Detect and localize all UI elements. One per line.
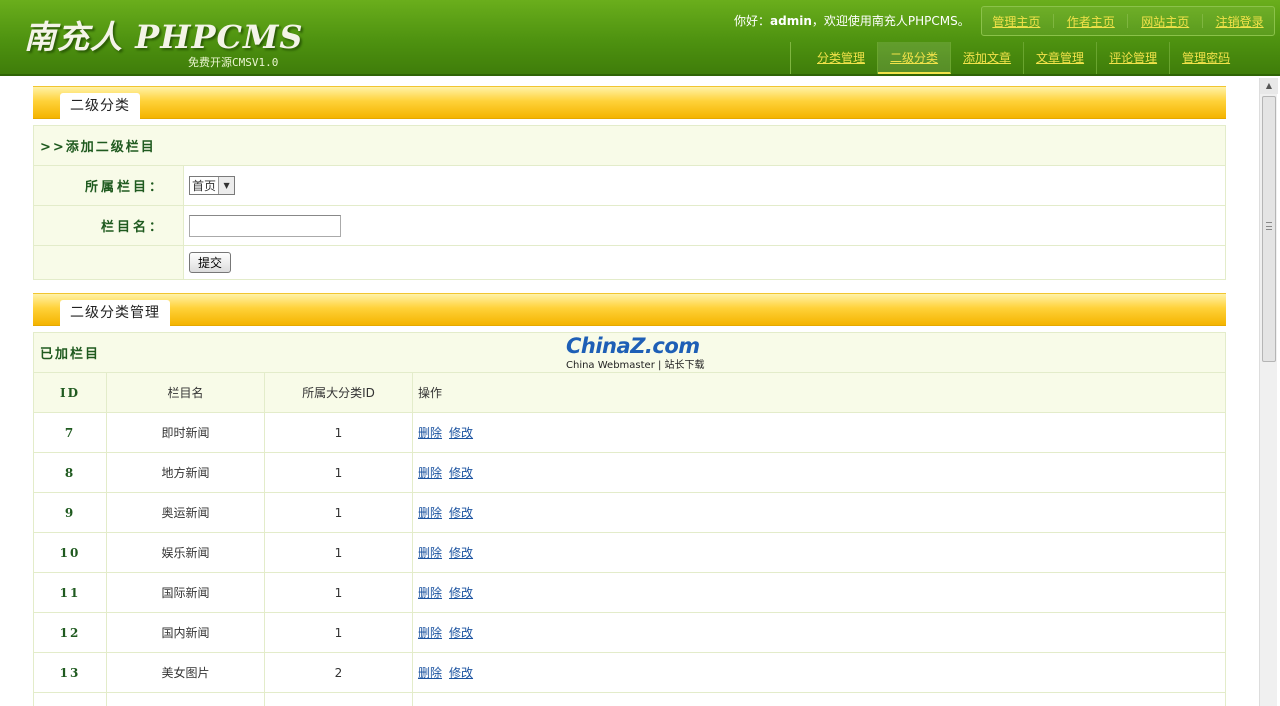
- main-nav: 分类管理 二级分类 添加文章 文章管理 评论管理 管理密码: [790, 42, 1278, 74]
- chevron-down-icon: ▼: [218, 177, 235, 194]
- column-header-name: 栏目名: [106, 372, 265, 413]
- edit-link[interactable]: 修改: [449, 546, 473, 560]
- row-id: 8: [33, 452, 107, 493]
- parent-category-select[interactable]: 首页 ▼: [189, 176, 236, 195]
- row-parent-id: 2: [264, 652, 413, 693]
- nav-subcategory[interactable]: 二级分类: [878, 42, 952, 74]
- section-title: >>添加二级栏目: [33, 125, 1226, 166]
- table-header: ID 栏目名 所属大分类ID 操作: [33, 372, 1226, 413]
- row-id: [33, 692, 107, 706]
- edit-link[interactable]: 修改: [449, 666, 473, 680]
- delete-link[interactable]: 删除: [418, 426, 442, 440]
- welcome-message: 你好：admin，欢迎使用南充人PHPCMS。: [734, 14, 970, 28]
- add-panel-tab[interactable]: 二级分类: [60, 93, 140, 121]
- row-parent-id: 1: [264, 612, 413, 653]
- delete-link[interactable]: 删除: [418, 466, 442, 480]
- delete-link[interactable]: 删除: [418, 626, 442, 640]
- row-name: 奥运新闻: [106, 492, 265, 533]
- grip-icon: [1266, 222, 1272, 230]
- add-subcategory-form: >>添加二级栏目 所属栏目： 首页 ▼ 栏目名： 提交: [33, 125, 1226, 280]
- link-logout[interactable]: 注销登录: [1216, 13, 1264, 30]
- top-links: 管理主页 作者主页 网站主页 注销登录: [981, 6, 1275, 36]
- nav-password-manage[interactable]: 管理密码: [1170, 42, 1242, 74]
- subcategory-table: 已加栏目 ID 栏目名 所属大分类ID 操作 7 即时新闻 1 删除 修改 8 地…: [33, 332, 1226, 706]
- nav-add-article[interactable]: 添加文章: [951, 42, 1025, 74]
- separator: [1053, 14, 1055, 28]
- nav-comment-manage[interactable]: 评论管理: [1097, 42, 1171, 74]
- separator: [1201, 14, 1203, 28]
- row-id: 9: [33, 492, 107, 533]
- row-parent-id: 1: [264, 532, 413, 573]
- row-name: 即时新闻: [106, 412, 265, 453]
- edit-link[interactable]: 修改: [449, 586, 473, 600]
- link-admin-home[interactable]: 管理主页: [992, 13, 1040, 30]
- edit-link[interactable]: 修改: [449, 506, 473, 520]
- submit-button[interactable]: 提交: [189, 252, 232, 273]
- top-header: 南充人 PHPCMS 免费开源CMSV1.0 你好：admin，欢迎使用南充人P…: [0, 0, 1280, 76]
- category-name-input[interactable]: [189, 214, 341, 237]
- column-header-parent: 所属大分类ID: [264, 372, 413, 413]
- manage-panel-header: 二级分类管理: [33, 293, 1226, 328]
- separator: [1127, 14, 1129, 28]
- edit-link[interactable]: 修改: [449, 426, 473, 440]
- row-name: 地方新闻: [106, 452, 265, 493]
- delete-link[interactable]: 删除: [418, 506, 442, 520]
- parent-label: 所属栏目：: [33, 165, 184, 206]
- column-header-id: ID: [33, 372, 107, 413]
- table-row: 7 即时新闻 1 删除 修改: [33, 412, 1226, 453]
- column-header-actions: 操作: [412, 372, 1226, 413]
- delete-link[interactable]: 删除: [418, 546, 442, 560]
- link-author-home[interactable]: 作者主页: [1067, 13, 1115, 30]
- row-id: 10: [33, 532, 107, 573]
- row-id: 7: [33, 412, 107, 453]
- table-row: 11 国际新闻 1 删除 修改: [33, 572, 1226, 613]
- row-id: 13: [33, 652, 107, 693]
- link-site-home[interactable]: 网站主页: [1141, 13, 1189, 30]
- nav-category-manage[interactable]: 分类管理: [805, 42, 879, 74]
- manage-panel-tab[interactable]: 二级分类管理: [60, 300, 170, 328]
- scroll-thumb[interactable]: [1262, 96, 1276, 362]
- vertical-scrollbar[interactable]: ▲: [1259, 78, 1278, 706]
- table-row: 9 奥运新闻 1 删除 修改: [33, 492, 1226, 533]
- row-name: 美女图片: [106, 652, 265, 693]
- row-parent-id: [264, 692, 413, 706]
- row-parent-id: 1: [264, 412, 413, 453]
- delete-link[interactable]: 删除: [418, 586, 442, 600]
- username: admin: [770, 14, 812, 28]
- table-row: 12 国内新闻 1 删除 修改: [33, 612, 1226, 653]
- row-name: 娱乐新闻: [106, 532, 265, 573]
- table-row: [33, 692, 1226, 706]
- table-row: 13 美女图片 2 删除 修改: [33, 652, 1226, 693]
- chinaz-watermark-logo: ChinaZ.com China Webmaster | 站长下载: [566, 334, 705, 371]
- table-row: 10 娱乐新闻 1 删除 修改: [33, 532, 1226, 573]
- row-parent-id: 1: [264, 452, 413, 493]
- delete-link[interactable]: 删除: [418, 666, 442, 680]
- site-logo: 南充人 PHPCMS: [24, 18, 304, 56]
- edit-link[interactable]: 修改: [449, 626, 473, 640]
- row-id: 11: [33, 572, 107, 613]
- row-name: [106, 692, 265, 706]
- scroll-up-arrow-icon[interactable]: ▲: [1260, 78, 1278, 94]
- edit-link[interactable]: 修改: [449, 466, 473, 480]
- logo-subtitle: 免费开源CMSV1.0: [188, 56, 279, 69]
- row-name: 国内新闻: [106, 612, 265, 653]
- row-parent-id: 1: [264, 572, 413, 613]
- row-parent-id: 1: [264, 492, 413, 533]
- row-id: 12: [33, 612, 107, 653]
- nav-article-manage[interactable]: 文章管理: [1024, 42, 1098, 74]
- name-label: 栏目名：: [33, 205, 184, 246]
- row-name: 国际新闻: [106, 572, 265, 613]
- add-panel-header: 二级分类: [33, 86, 1226, 121]
- table-row: 8 地方新闻 1 删除 修改: [33, 452, 1226, 493]
